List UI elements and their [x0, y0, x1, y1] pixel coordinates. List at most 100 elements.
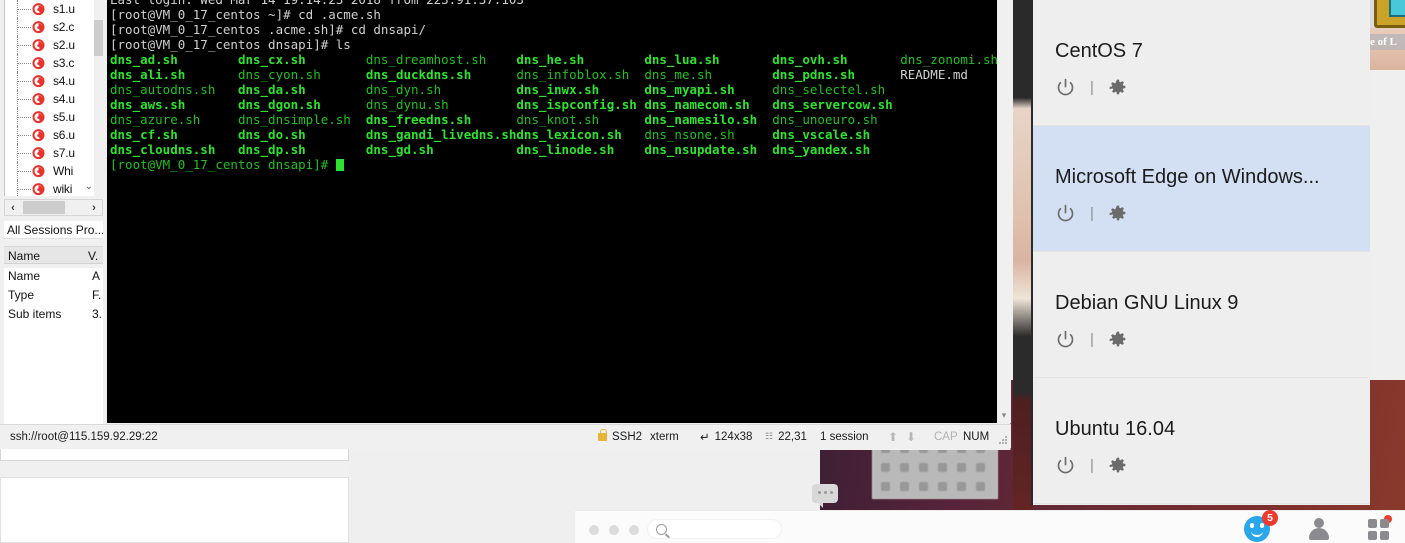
terminal-text: dns_servercow.sh — [772, 97, 893, 112]
session-tree-vertical-scrollbar[interactable] — [94, 0, 103, 196]
tree-connector — [17, 189, 31, 190]
terminal-text: dns_dgon.sh — [237, 97, 366, 112]
terminal-line: dns_cf.sh dns_do.sh dns_gandi_livedns.sh… — [110, 127, 997, 142]
os-list-item[interactable]: Microsoft Edge on Windows... | — [1033, 126, 1370, 252]
chat-icon-mouth — [1251, 531, 1263, 537]
terminal-text: [root@VM_0_17_centos ~]# cd .acme.sh — [110, 7, 381, 22]
tree-connector — [17, 117, 31, 118]
game-window[interactable]: e of L — [1368, 0, 1405, 70]
terminal-text: dns_ali.sh — [110, 67, 238, 82]
session-tree-item[interactable]: s3.c — [5, 54, 103, 72]
terminal-text: dns_ad.sh — [110, 52, 238, 67]
background-photo-strip — [1013, 0, 1033, 543]
session-icon — [31, 74, 46, 89]
chat-icon-eye-left — [1250, 523, 1254, 528]
session-tree-item[interactable]: s4.u — [5, 72, 103, 90]
terminal-vertical-scrollbar[interactable]: ▾ — [997, 0, 1011, 423]
properties-row[interactable]: Sub items 3. — [4, 306, 103, 325]
terminal-line: [root@VM_0_17_centos dnsapi]# — [110, 157, 997, 172]
session-tree-item[interactable]: Whi — [5, 162, 103, 180]
dock-icon — [900, 482, 909, 491]
scroll-left-arrow-icon[interactable]: ‹ — [5, 202, 21, 214]
chevron-down-icon[interactable]: ⌄ — [85, 181, 93, 192]
scroll-right-arrow-icon[interactable]: › — [86, 202, 102, 214]
terminal-line: dns_ad.sh dns_cx.sh dns_dreamhost.sh dns… — [110, 52, 997, 67]
contacts-icon[interactable] — [1308, 517, 1330, 541]
game-window-title: e of L — [1370, 36, 1397, 48]
gear-icon[interactable] — [1108, 456, 1128, 476]
tree-guide-line — [17, 180, 18, 196]
os-list-panel[interactable]: CentOS 7 | Microsoft Edge on Windows... | De… — [1031, 0, 1370, 505]
session-tree-item[interactable]: s7.u — [5, 144, 103, 162]
os-name-label: Ubuntu 16.04 — [1055, 418, 1176, 440]
tree-connector — [17, 153, 31, 154]
chat-icon[interactable]: 5 — [1244, 510, 1278, 542]
resize-icon: ↵ — [700, 431, 710, 444]
terminal-text: dns_nsone.sh — [644, 127, 773, 142]
gear-icon[interactable] — [1108, 204, 1128, 224]
session-tree-item[interactable]: s2.u — [5, 36, 103, 54]
session-tree-item[interactable]: s6.u — [5, 126, 103, 144]
session-icon — [31, 128, 46, 143]
grip-dot — [999, 442, 1001, 444]
num-lock-indicator: NUM — [963, 430, 990, 443]
session-icon — [31, 110, 46, 125]
gear-icon[interactable] — [1108, 330, 1128, 350]
search-input[interactable] — [647, 519, 782, 539]
properties-row[interactable]: Name A — [4, 268, 103, 287]
terminal-text: dns_dyn.sh — [365, 82, 517, 97]
session-tree-horizontal-scrollbar[interactable]: ‹ › — [4, 199, 103, 216]
terminal-text: dns_me.sh — [644, 67, 773, 82]
power-icon[interactable] — [1055, 455, 1076, 476]
os-list-item[interactable]: Ubuntu 16.04 | — [1033, 378, 1370, 504]
os-item-actions: | — [1055, 329, 1370, 350]
hscrollbar-thumb[interactable] — [23, 201, 65, 214]
bottom-toolbar: 5 — [575, 510, 1405, 543]
gem-icon — [1389, 0, 1405, 17]
session-tree[interactable]: s1.u s2.c s2.u s3.c s4.u s4.u s5.u s6.u s7.u Whi w… — [4, 0, 103, 196]
grip-dot — [1005, 442, 1007, 444]
terminal-text: [root@VM_0_17_centos dnsapi]# — [110, 157, 336, 172]
power-icon[interactable] — [1055, 77, 1076, 98]
os-name-label: Debian GNU Linux 9 — [1055, 292, 1239, 314]
xshell-window: s1.u s2.c s2.u s3.c s4.u s4.u s5.u s6.u s7.u Whi w… — [0, 0, 1011, 450]
properties-row[interactable]: Type F. — [4, 287, 103, 306]
property-name: Type — [8, 288, 35, 302]
power-icon[interactable] — [1055, 203, 1076, 224]
gear-icon[interactable] — [1108, 78, 1128, 98]
toolbar-dots[interactable] — [589, 525, 639, 535]
apps-grid-icon[interactable] — [1368, 514, 1392, 540]
dock-icon — [957, 463, 966, 472]
session-tree-item[interactable]: s5.u — [5, 108, 103, 126]
status-bar: ssh://root@115.159.92.29:22 SSH2 xterm ↵… — [0, 424, 1011, 448]
power-icon[interactable] — [1055, 329, 1076, 350]
os-list-item[interactable]: CentOS 7 | — [1033, 0, 1370, 126]
terminal-text: dns_zonomi.sh — [900, 52, 997, 67]
action-separator: | — [1090, 457, 1094, 474]
session-tree-item-label: s6.u — [53, 128, 75, 142]
session-tree-item-label: s4.u — [53, 92, 75, 106]
scrollbar-thumb[interactable] — [94, 20, 103, 56]
properties-header-value: V. — [88, 249, 99, 263]
session-tree-item[interactable]: s2.c — [5, 18, 103, 36]
contacts-icon-body — [1309, 528, 1329, 540]
terminal-text: dns_autodns.sh — [110, 82, 238, 97]
property-name: Name — [8, 269, 41, 283]
os-list-item[interactable]: Debian GNU Linux 9 | — [1033, 252, 1370, 378]
dock-icon — [976, 463, 985, 472]
session-icon — [31, 56, 46, 71]
terminal-output[interactable]: Last login: Wed Mar 14 19:14:23 2018 fro… — [107, 0, 997, 423]
terminal-text: dns_lexicon.sh — [516, 127, 645, 142]
property-value: F. — [92, 288, 102, 302]
session-tree-item[interactable]: s1.u — [5, 0, 103, 18]
terminal-text: [root@VM_0_17_centos dnsapi]# ls — [110, 37, 351, 52]
terminal-cursor — [335, 159, 344, 171]
tree-connector — [17, 63, 31, 64]
transfer-up-icon: ⬆ — [888, 429, 899, 444]
terminal-text: dns_ovh.sh — [772, 52, 901, 67]
session-icon — [31, 2, 46, 17]
session-tree-item[interactable]: s4.u — [5, 90, 103, 108]
os-name-label: CentOS 7 — [1055, 40, 1143, 62]
resize-grip[interactable] — [999, 436, 1009, 446]
scroll-down-arrow-icon[interactable]: ▾ — [997, 410, 1011, 421]
